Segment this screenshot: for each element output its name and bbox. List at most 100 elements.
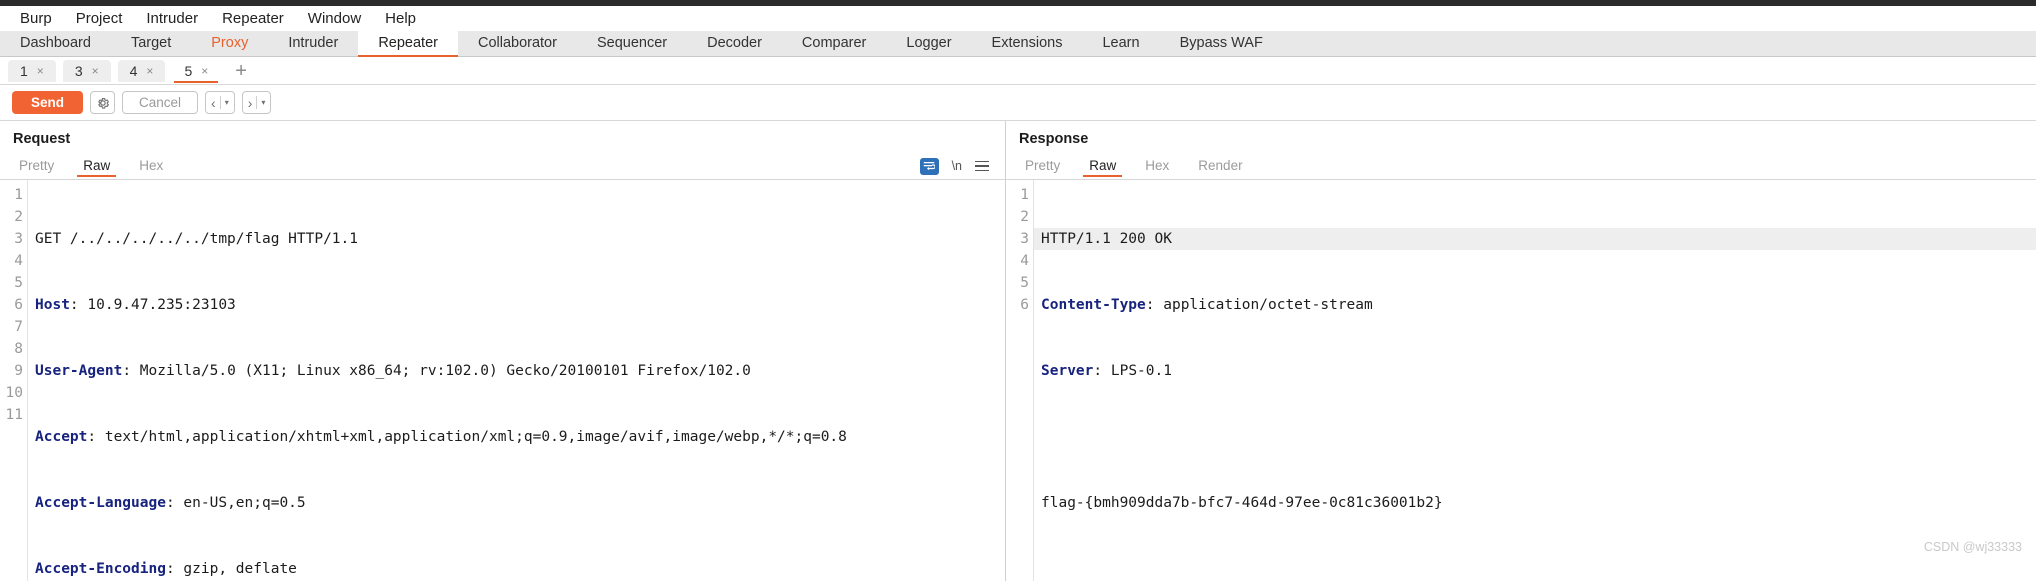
menu-item-window[interactable]: Window	[296, 6, 373, 31]
line-text: application/octet-stream	[1154, 297, 1373, 313]
repeater-tab-label: 5	[184, 62, 193, 79]
line-number: 8	[14, 341, 23, 357]
hamburger-menu-icon[interactable]	[975, 160, 989, 172]
gear-icon	[97, 97, 109, 109]
code-line: Accept: text/html,application/xhtml+xml,…	[35, 429, 847, 445]
repeater-tab-3[interactable]: 3 ×	[62, 59, 111, 82]
line-text: GET /../../../../../tmp/flag HTTP/1.1	[35, 231, 359, 247]
chevron-right-icon: ›	[247, 94, 253, 111]
module-tab-extensions[interactable]: Extensions	[972, 31, 1083, 56]
menu-item-repeater[interactable]: Repeater	[210, 6, 296, 31]
module-tab-comparer[interactable]: Comparer	[782, 31, 886, 56]
line-number: 3	[1020, 231, 1029, 247]
response-code[interactable]: HTTP/1.1 200 OK Content-Type: applicatio…	[1033, 180, 2036, 581]
repeater-tab-bar: 1 × 3 × 4 × 5 × +	[0, 57, 2036, 85]
module-tab-logger[interactable]: Logger	[886, 31, 971, 56]
newline-icon[interactable]: \n	[952, 159, 962, 173]
line-number: 1	[14, 187, 23, 203]
forward-button[interactable]: › ▾	[241, 91, 272, 114]
header-token: User-Agent	[35, 363, 123, 379]
menu-bar: Burp Project Intruder Repeater Window He…	[0, 6, 2036, 31]
module-tab-bar: Dashboard Target Proxy Intruder Repeater…	[0, 31, 2036, 57]
code-line: Accept-Language: en-US,en;q=0.5	[35, 495, 306, 511]
hamburger-bar	[975, 169, 989, 172]
response-pane: Response Pretty Raw Hex Render 1 2 3 4 5…	[1006, 121, 2036, 581]
module-tab-target[interactable]: Target	[111, 31, 191, 56]
code-line: Server: LPS-0.1	[1041, 363, 1172, 379]
response-tab-pretty[interactable]: Pretty	[1016, 155, 1069, 177]
repeater-tab-label: 1	[20, 62, 28, 79]
settings-button[interactable]	[90, 91, 116, 114]
repeater-tab-1[interactable]: 1 ×	[8, 59, 56, 82]
line-text: flag-{bmh909dda7b-bfc7-464d-97ee-0c81c36…	[1041, 495, 1443, 511]
request-view-tabs: Pretty Raw Hex \n	[0, 154, 1005, 178]
hamburger-bar	[975, 165, 989, 167]
line-number: 4	[14, 253, 23, 269]
code-line: Host: 10.9.47.235:23103	[35, 297, 236, 313]
back-button[interactable]: ‹ ▾	[205, 91, 235, 114]
response-line-numbers: 1 2 3 4 5 6	[1006, 180, 1033, 581]
line-number: 9	[14, 363, 23, 379]
request-tab-hex[interactable]: Hex	[130, 155, 172, 177]
code-line: Accept-Encoding: gzip, deflate	[35, 561, 297, 577]
menu-item-burp[interactable]: Burp	[8, 6, 64, 31]
add-tab-button[interactable]: +	[227, 61, 255, 81]
menu-item-intruder[interactable]: Intruder	[134, 6, 210, 31]
code-line: HTTP/1.1 200 OK	[1034, 228, 2036, 250]
module-tab-intruder[interactable]: Intruder	[268, 31, 358, 56]
response-pane-title: Response	[1019, 131, 1089, 147]
response-tab-raw[interactable]: Raw	[1080, 155, 1125, 177]
module-tab-repeater[interactable]: Repeater	[358, 31, 458, 57]
module-tab-bypass-waf[interactable]: Bypass WAF	[1160, 31, 1283, 56]
module-tab-proxy[interactable]: Proxy	[191, 31, 268, 56]
header-token: Accept-Encoding	[35, 561, 166, 577]
send-button[interactable]: Send	[12, 91, 84, 114]
line-text: text/html,application/xhtml+xml,applicat…	[96, 429, 847, 445]
chevron-down-icon[interactable]: ▾	[225, 98, 229, 107]
module-tab-collaborator[interactable]: Collaborator	[458, 31, 577, 56]
hamburger-bar	[975, 160, 989, 163]
module-tab-dashboard[interactable]: Dashboard	[0, 31, 111, 56]
response-editor[interactable]: 1 2 3 4 5 6 HTTP/1.1 200 OK Content-Type…	[1006, 180, 2036, 581]
code-line: GET /../../../../../tmp/flag HTTP/1.1	[35, 228, 1005, 250]
module-tab-learn[interactable]: Learn	[1082, 31, 1159, 56]
close-icon[interactable]: ×	[92, 64, 99, 78]
repeater-tab-5[interactable]: 5 ×	[172, 59, 221, 83]
divider	[256, 96, 258, 109]
chevron-left-icon: ‹	[211, 94, 216, 111]
divider	[219, 96, 221, 109]
chevron-down-icon[interactable]: ▾	[261, 98, 265, 107]
line-text: en-US,en;q=0.5	[174, 495, 306, 511]
module-tab-sequencer[interactable]: Sequencer	[577, 31, 687, 56]
request-editor[interactable]: 1 2 3 4 5 6 7 8 9 10 11 GET /../../../..…	[0, 180, 1005, 581]
line-text: LPS-0.1	[1102, 363, 1172, 379]
repeater-tab-4[interactable]: 4 ×	[117, 59, 166, 82]
request-tab-raw[interactable]: Raw	[74, 155, 119, 177]
request-tab-pretty[interactable]: Pretty	[10, 155, 63, 177]
line-number: 10	[5, 385, 23, 401]
watermark: CSDN @wj33333	[1923, 540, 2022, 554]
line-number: 1	[1020, 187, 1029, 203]
line-text: 10.9.47.235:23103	[78, 297, 236, 313]
header-token: Accept	[35, 429, 88, 445]
close-icon[interactable]: ×	[37, 64, 44, 78]
request-pane: Request Pretty Raw Hex \n 1 2 3 4 5 6 7 …	[0, 121, 1006, 581]
word-wrap-icon[interactable]	[919, 157, 939, 175]
word-wrap-glyph	[923, 161, 936, 170]
close-icon[interactable]: ×	[201, 64, 208, 78]
close-icon[interactable]: ×	[146, 64, 153, 78]
menu-item-help[interactable]: Help	[373, 6, 428, 31]
response-tab-render[interactable]: Render	[1189, 155, 1251, 177]
action-toolbar: Send Cancel ‹ ▾ › ▾	[0, 85, 2036, 121]
code-line-flag: flag-{bmh909dda7b-bfc7-464d-97ee-0c81c36…	[1041, 492, 2036, 514]
code-line: Content-Type: application/octet-stream	[1041, 297, 1373, 313]
module-tab-decoder[interactable]: Decoder	[687, 31, 782, 56]
request-tab-icon-group: \n	[919, 157, 1005, 175]
response-tab-hex[interactable]: Hex	[1136, 155, 1178, 177]
request-code[interactable]: GET /../../../../../tmp/flag HTTP/1.1 Ho…	[27, 180, 1005, 581]
line-text: HTTP/1.1 200 OK	[1041, 231, 1172, 247]
cancel-button[interactable]: Cancel	[122, 91, 199, 114]
request-pane-title: Request	[13, 131, 71, 147]
menu-item-project[interactable]: Project	[64, 6, 135, 31]
code-line: User-Agent: Mozilla/5.0 (X11; Linux x86_…	[35, 363, 751, 379]
